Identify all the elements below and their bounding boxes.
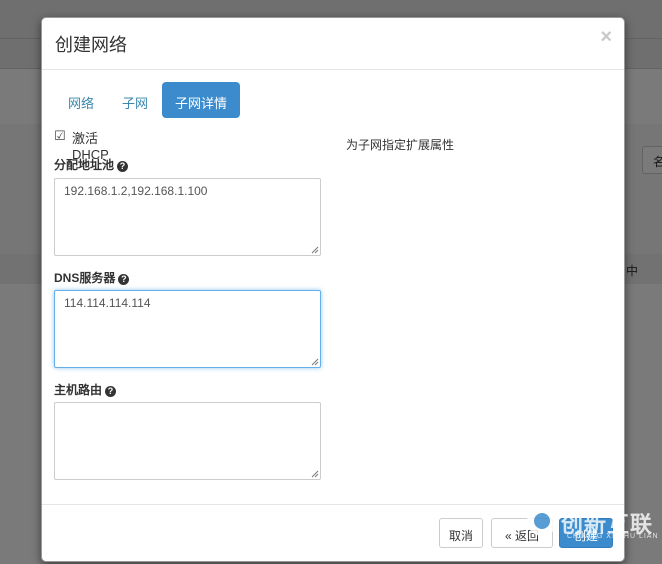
help-icon[interactable]: ? [105, 386, 117, 397]
help-icon[interactable]: ? [118, 274, 130, 285]
cancel-button[interactable]: 取消 [439, 518, 483, 548]
host-routes-label: 主机路由? [54, 381, 117, 398]
resize-grip-icon[interactable] [311, 246, 319, 254]
tab-network[interactable]: 网络 [54, 82, 108, 118]
side-help-text: 为子网指定扩展属性 [346, 138, 455, 152]
host-routes-label-text: 主机路由 [54, 383, 103, 397]
allocation-pools-label-text: 分配地址池 [54, 158, 115, 172]
modal-title: 创建网络 [55, 35, 127, 55]
help-icon[interactable]: ? [117, 161, 129, 172]
allocation-pools-textarea[interactable]: 192.168.1.2,192.168.1.100 [54, 178, 321, 256]
watermark: 创新互联 CHUANG XIN HU LIAN [527, 500, 662, 555]
allocation-pools-label: 分配地址池? [54, 156, 129, 173]
resize-grip-icon[interactable] [311, 358, 319, 366]
watermark-subtext: CHUANG XIN HU LIAN [567, 533, 659, 540]
dns-servers-label: DNS服务器? [54, 269, 130, 286]
resize-grip-icon[interactable] [311, 470, 319, 478]
dns-servers-label-text: DNS服务器 [54, 271, 116, 285]
allocation-pools-value: 192.168.1.2,192.168.1.100 [64, 184, 208, 198]
dns-servers-textarea[interactable]: 114.114.114.114 [54, 290, 321, 368]
watermark-logo-icon [527, 506, 557, 536]
tab-subnet[interactable]: 子网 [112, 82, 158, 118]
close-icon[interactable]: × [600, 26, 612, 49]
create-network-modal: 创建网络 × 网络 子网 子网详情 ☑ 激活DHCP 分配地址池? 192.16… [41, 17, 625, 562]
checkbox-checked-icon[interactable]: ☑ [54, 128, 66, 144]
tab-subnet-details[interactable]: 子网详情 [162, 82, 240, 118]
modal-header: 创建网络 × [42, 18, 624, 70]
dns-servers-value: 114.114.114.114 [64, 296, 151, 310]
host-routes-textarea[interactable] [54, 402, 321, 480]
